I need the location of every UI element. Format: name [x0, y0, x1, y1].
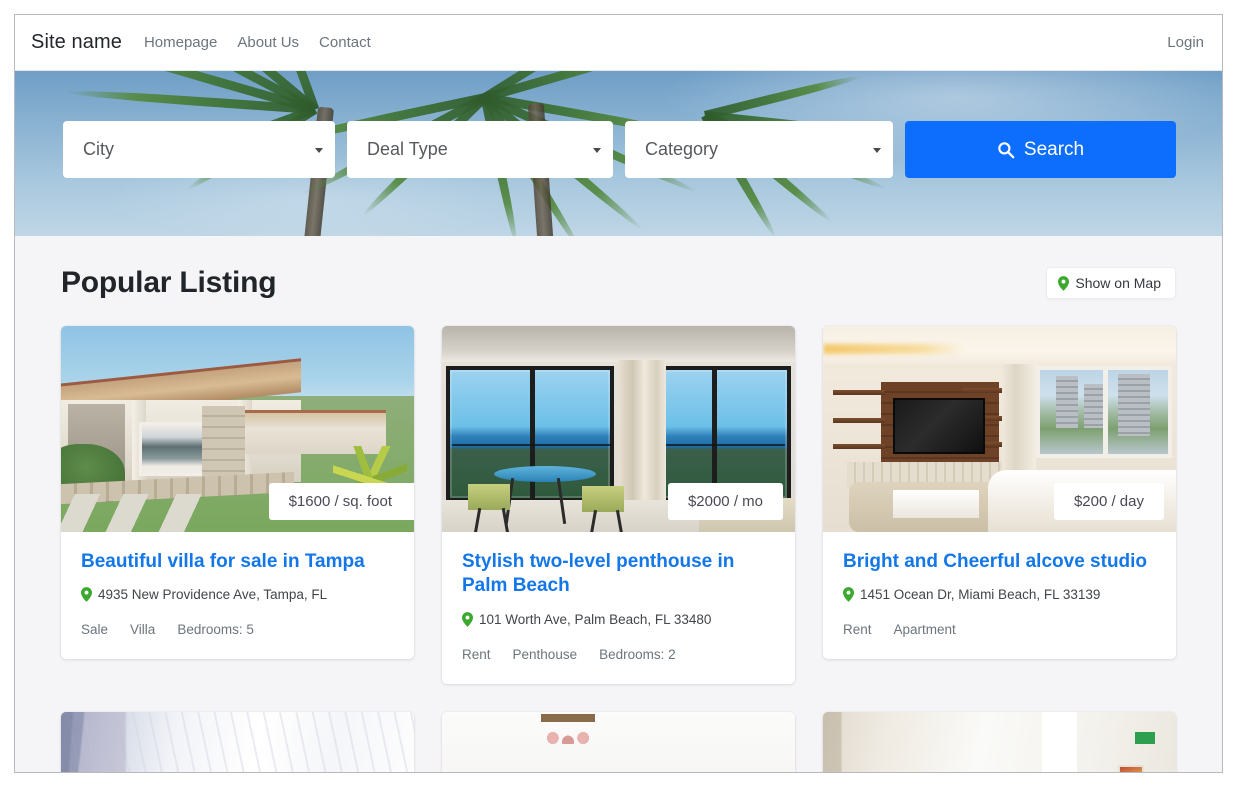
- listing-card[interactable]: $200 / day Bright and Cheerful alcove st…: [823, 326, 1176, 659]
- listing-tag-deal: Sale: [81, 622, 108, 637]
- search-button-label: Search: [1024, 139, 1084, 161]
- listing-card[interactable]: $1600 / sq. foot Beautiful villa for sal…: [61, 326, 414, 659]
- studio-shelf-shape: [833, 418, 885, 423]
- city-select-label: City: [83, 139, 114, 160]
- city-building-shape: [1056, 376, 1078, 428]
- listing-tags: Sale Villa Bedrooms: 5: [81, 622, 394, 637]
- penthouse-mullion-shape: [712, 370, 717, 498]
- listing-tag-deal: Rent: [462, 647, 491, 662]
- listing-address-text: 101 Worth Ave, Palm Beach, FL 33480: [479, 612, 711, 627]
- hero-banner: City Deal Type Category Search: [15, 71, 1222, 236]
- penthouse-railing-shape: [452, 444, 612, 446]
- listing-photo: $2000 / mo: [442, 326, 795, 532]
- login-link[interactable]: Login: [1167, 34, 1204, 51]
- listing-tag-bedrooms: Bedrooms: 2: [599, 647, 676, 662]
- listing-title[interactable]: Beautiful villa for sale in Tampa: [81, 550, 394, 574]
- category-select-label: Category: [645, 139, 718, 160]
- nav-link-homepage[interactable]: Homepage: [144, 34, 217, 51]
- site-brand[interactable]: Site name: [31, 31, 122, 54]
- villa-path-shape: [61, 494, 273, 532]
- listing-tag-category: Apartment: [894, 622, 956, 637]
- listing-photo: $1600 / sq. foot: [61, 326, 414, 532]
- listing-address-text: 1451 Ocean Dr, Miami Beach, FL 33139: [860, 587, 1100, 602]
- listing-tags: Rent Apartment: [843, 622, 1156, 637]
- listing-card[interactable]: [61, 712, 414, 773]
- listing-tag-deal: Rent: [843, 622, 872, 637]
- listing-photo: [823, 712, 1176, 773]
- listing-card[interactable]: [442, 712, 795, 773]
- penthouse-ceiling-shape: [442, 326, 795, 362]
- penthouse-chair-shape: [582, 486, 624, 512]
- price-badge: $200 / day: [1054, 483, 1164, 520]
- studio-curtain-shape: [1002, 364, 1036, 486]
- listing-tags: Rent Penthouse Bedrooms: 2: [462, 647, 775, 662]
- ceiling-chandelier-photo: [442, 712, 795, 773]
- city-building-shape: [1118, 374, 1150, 436]
- search-button[interactable]: Search: [905, 121, 1176, 178]
- listing-card-body: Bright and Cheerful alcove studio 1451 O…: [823, 532, 1176, 659]
- deal-type-select-label: Deal Type: [367, 139, 448, 160]
- map-pin-icon: [1058, 276, 1069, 291]
- listing-address: 1451 Ocean Dr, Miami Beach, FL 33139: [843, 587, 1156, 602]
- empty-room-photo: [823, 712, 1176, 773]
- show-on-map-label: Show on Map: [1075, 275, 1161, 291]
- main-content: Popular Listing Show on Map: [15, 236, 1222, 773]
- top-navigation-bar: Site name Homepage About Us Contact Logi…: [15, 15, 1222, 71]
- studio-window-mullion-shape: [1103, 370, 1108, 454]
- category-select[interactable]: Category: [625, 121, 893, 178]
- city-select[interactable]: City: [63, 121, 335, 178]
- price-badge: $2000 / mo: [668, 483, 783, 520]
- listing-address: 4935 New Providence Ave, Tampa, FL: [81, 587, 394, 602]
- map-pin-icon: [81, 587, 92, 602]
- listing-photo: [61, 712, 414, 773]
- listing-grid-row-1: $1600 / sq. foot Beautiful villa for sal…: [61, 326, 1176, 684]
- listing-card-body: Stylish two-level penthouse in Palm Beac…: [442, 532, 795, 684]
- deal-type-select[interactable]: Deal Type: [347, 121, 613, 178]
- studio-shelf-shape: [833, 444, 885, 449]
- studio-shelf-shape: [833, 390, 885, 395]
- browser-viewport: Site name Homepage About Us Contact Logi…: [14, 14, 1223, 773]
- listing-grid-row-2: [61, 712, 1176, 773]
- studio-cove-light-shape: [823, 344, 964, 354]
- section-header: Popular Listing Show on Map: [61, 266, 1176, 300]
- nav-link-contact[interactable]: Contact: [319, 34, 371, 51]
- listing-title[interactable]: Bright and Cheerful alcove studio: [843, 550, 1156, 574]
- search-icon: [997, 141, 1015, 159]
- map-pin-icon: [843, 587, 854, 602]
- page-title: Popular Listing: [61, 266, 276, 300]
- nav-links: Homepage About Us Contact: [144, 34, 371, 51]
- listing-address-text: 4935 New Providence Ave, Tampa, FL: [98, 587, 327, 602]
- chevron-down-icon: [873, 148, 881, 153]
- chevron-down-icon: [593, 148, 601, 153]
- show-on-map-button[interactable]: Show on Map: [1046, 267, 1176, 299]
- penthouse-chair-shape: [468, 484, 510, 510]
- search-filter-bar: City Deal Type Category Search: [63, 121, 1176, 178]
- listing-title[interactable]: Stylish two-level penthouse in Palm Beac…: [462, 550, 775, 599]
- villa-stone-shape: [202, 406, 244, 482]
- exit-sign-shape: [1135, 732, 1155, 744]
- studio-coffee-table-shape: [893, 490, 979, 518]
- price-badge: $1600 / sq. foot: [269, 483, 414, 520]
- listing-tag-category: Penthouse: [513, 647, 578, 662]
- nav-link-about-us[interactable]: About Us: [237, 34, 299, 51]
- listing-photo: $200 / day: [823, 326, 1176, 532]
- listing-card-body: Beautiful villa for sale in Tampa 4935 N…: [61, 532, 414, 659]
- listing-card[interactable]: [823, 712, 1176, 773]
- studio-tv-shape: [893, 398, 985, 454]
- wall-art-shape: [1118, 765, 1144, 773]
- listing-tag-category: Villa: [130, 622, 155, 637]
- white-curtains-photo: [61, 712, 414, 773]
- listing-card[interactable]: $2000 / mo Stylish two-level penthouse i…: [442, 326, 795, 684]
- chevron-down-icon: [315, 148, 323, 153]
- map-pin-icon: [462, 612, 473, 627]
- penthouse-glass-table-shape: [494, 466, 596, 482]
- listing-address: 101 Worth Ave, Palm Beach, FL 33480: [462, 612, 775, 627]
- listing-photo: [442, 712, 795, 773]
- listing-tag-bedrooms: Bedrooms: 5: [177, 622, 254, 637]
